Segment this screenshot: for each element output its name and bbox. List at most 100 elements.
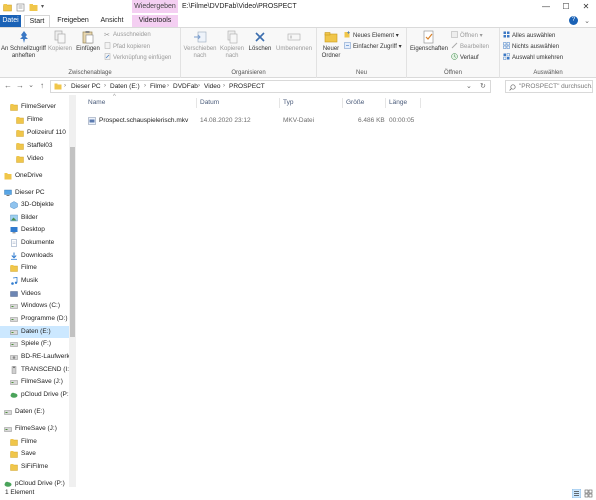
new-item-button[interactable]: Neues Element ▾	[344, 31, 399, 40]
select-all-button[interactable]: Alles auswählen	[503, 31, 555, 40]
breadcrumb-prospect[interactable]: PROSPECT	[229, 81, 265, 92]
new-folder-quick-icon[interactable]	[29, 3, 38, 12]
invert-selection-button[interactable]: Auswahl umkehren	[503, 53, 563, 62]
invert-selection-icon	[503, 53, 510, 60]
nav-item-label: Filme	[21, 264, 37, 271]
quick-access-dropdown-icon[interactable]: ▾	[41, 3, 49, 12]
edit-button[interactable]: Bearbeiten	[451, 42, 489, 51]
tab-file[interactable]: Datei	[0, 15, 21, 27]
pictures-icon	[10, 214, 18, 222]
properties-button[interactable]: Eigenschaften	[409, 30, 449, 53]
breadcrumb-dvdfab[interactable]: DVDFab	[173, 81, 198, 92]
nav-item[interactable]: OneDrive	[0, 170, 69, 182]
maximize-button[interactable]: ☐	[559, 0, 573, 13]
column-divider[interactable]	[279, 98, 280, 108]
nav-item[interactable]: Dieser PC	[0, 187, 69, 199]
nav-scrollbar-thumb[interactable]	[70, 147, 75, 337]
close-button[interactable]: ✕	[579, 0, 593, 13]
move-to-button[interactable]: Verschieben nach	[182, 30, 218, 60]
paste-button[interactable]: Einfügen	[74, 30, 102, 53]
column-header-size[interactable]: Größe	[346, 99, 364, 106]
nav-item[interactable]: pCloud Drive (P:)	[0, 478, 69, 487]
file-list-scrollbar[interactable]	[588, 95, 596, 487]
drive-icon	[4, 427, 12, 432]
file-row[interactable]: Prospect.schauspielerisch.mkv 14.08.2020…	[76, 115, 596, 127]
nav-item[interactable]: pCloud Drive (P:	[0, 389, 69, 401]
nav-item[interactable]: Videos	[0, 288, 69, 300]
copy-to-button[interactable]: Kopieren nach	[217, 30, 247, 60]
nav-item[interactable]: Filme	[0, 114, 69, 126]
nav-item[interactable]: SiFiFilme	[0, 461, 69, 473]
easy-access-button[interactable]: Einfacher Zugriff ▾	[344, 42, 402, 51]
address-dropdown-icon[interactable]: ⌄	[466, 81, 472, 92]
nav-item[interactable]: Spiele (F:)	[0, 338, 69, 350]
nav-item[interactable]: Polizeiruf 110	[0, 127, 69, 139]
drive-icon	[10, 380, 18, 385]
nav-item[interactable]: 3D-Objekte	[0, 199, 69, 211]
paste-shortcut-button[interactable]: Verknüpfung einfügen	[104, 53, 171, 62]
open-button[interactable]: Öffnen ▾	[451, 31, 483, 40]
nav-item[interactable]: Windows (C:)	[0, 300, 69, 312]
address-bar[interactable]: › Dieser PC › Daten (E:) › Filme › DVDFa…	[50, 80, 491, 93]
nav-item-label: Dokumente	[21, 239, 55, 246]
column-header-name[interactable]: Name	[88, 99, 105, 106]
nav-item[interactable]: Desktop	[0, 224, 69, 236]
nav-item[interactable]: Filme	[0, 436, 69, 448]
breadcrumb-filme[interactable]: Filme	[150, 81, 166, 92]
nav-item[interactable]: FilmeSave (J:)	[0, 423, 69, 435]
tab-view[interactable]: Ansicht	[96, 15, 128, 27]
up-button[interactable]: ↑	[37, 81, 47, 91]
select-none-button[interactable]: Nichts auswählen	[503, 42, 559, 51]
copy-button[interactable]: Kopieren	[47, 30, 73, 53]
move-to-icon	[194, 31, 207, 43]
nav-item[interactable]: BD-RE-Laufwerk	[0, 351, 69, 363]
tab-videotools[interactable]: Videotools	[132, 15, 178, 27]
breadcrumb-drive-e[interactable]: Daten (E:)	[110, 81, 140, 92]
nav-scrollbar[interactable]	[69, 95, 76, 487]
pin-quick-access-button[interactable]: An Schnellzugriff anheften	[1, 30, 46, 60]
back-button[interactable]: ←	[3, 81, 13, 91]
forward-button[interactable]: →	[15, 81, 25, 91]
minimize-button[interactable]: —	[539, 0, 553, 13]
nav-item[interactable]: Save	[0, 448, 69, 460]
tab-start[interactable]: Start	[24, 15, 50, 27]
nav-item[interactable]: Downloads	[0, 250, 69, 262]
nav-item[interactable]: Programme (D:)	[0, 313, 69, 325]
nav-item-label: pCloud Drive (P:	[21, 391, 69, 398]
column-divider[interactable]	[385, 98, 386, 108]
nav-item[interactable]: Staffel03	[0, 140, 69, 152]
column-divider[interactable]	[420, 98, 421, 108]
tab-share[interactable]: Freigeben	[55, 15, 91, 27]
nav-item[interactable]: FilmeServer	[0, 101, 69, 113]
nav-item[interactable]: Filme	[0, 262, 69, 274]
nav-item[interactable]: Musik	[0, 275, 69, 287]
nav-item[interactable]: Video	[0, 153, 69, 165]
copy-path-button[interactable]: Pfad kopieren	[104, 42, 150, 51]
properties-quick-icon[interactable]	[16, 3, 25, 12]
column-header-length[interactable]: Länge	[389, 99, 407, 106]
history-button[interactable]: Verlauf	[451, 53, 479, 62]
column-header-date[interactable]: Datum	[200, 99, 219, 106]
delete-button[interactable]: Löschen	[248, 30, 272, 53]
details-view-icon[interactable]	[572, 489, 581, 498]
cut-button[interactable]: ✂ Ausschneiden	[104, 31, 151, 40]
refresh-icon[interactable]: ↻	[480, 81, 486, 92]
nav-item[interactable]: Dokumente	[0, 237, 69, 249]
nav-item[interactable]: Daten (E:)	[0, 406, 69, 418]
rename-button[interactable]: Umbenennen	[273, 30, 315, 53]
large-icons-view-icon[interactable]	[584, 489, 593, 498]
help-icon[interactable]: ?	[569, 16, 578, 25]
column-header-type[interactable]: Typ	[283, 99, 293, 106]
breadcrumb-this-pc[interactable]: Dieser PC	[71, 81, 101, 92]
new-folder-button[interactable]: Neuer Ordner	[318, 30, 344, 60]
nav-item[interactable]: FilmeSave (J:)	[0, 376, 69, 388]
nav-item[interactable]: Bilder	[0, 212, 69, 224]
column-divider[interactable]	[342, 98, 343, 108]
column-divider[interactable]	[196, 98, 197, 108]
recent-locations-button[interactable]: ⌄	[26, 81, 36, 91]
nav-item[interactable]: Daten (E:)	[0, 326, 69, 338]
expand-ribbon-icon[interactable]: ⌄	[584, 17, 590, 25]
nav-item[interactable]: TRANSCEND (I:)	[0, 364, 69, 376]
search-input[interactable]: "PROSPECT" durchsuch...	[505, 80, 593, 93]
breadcrumb-video[interactable]: Video	[204, 81, 221, 92]
